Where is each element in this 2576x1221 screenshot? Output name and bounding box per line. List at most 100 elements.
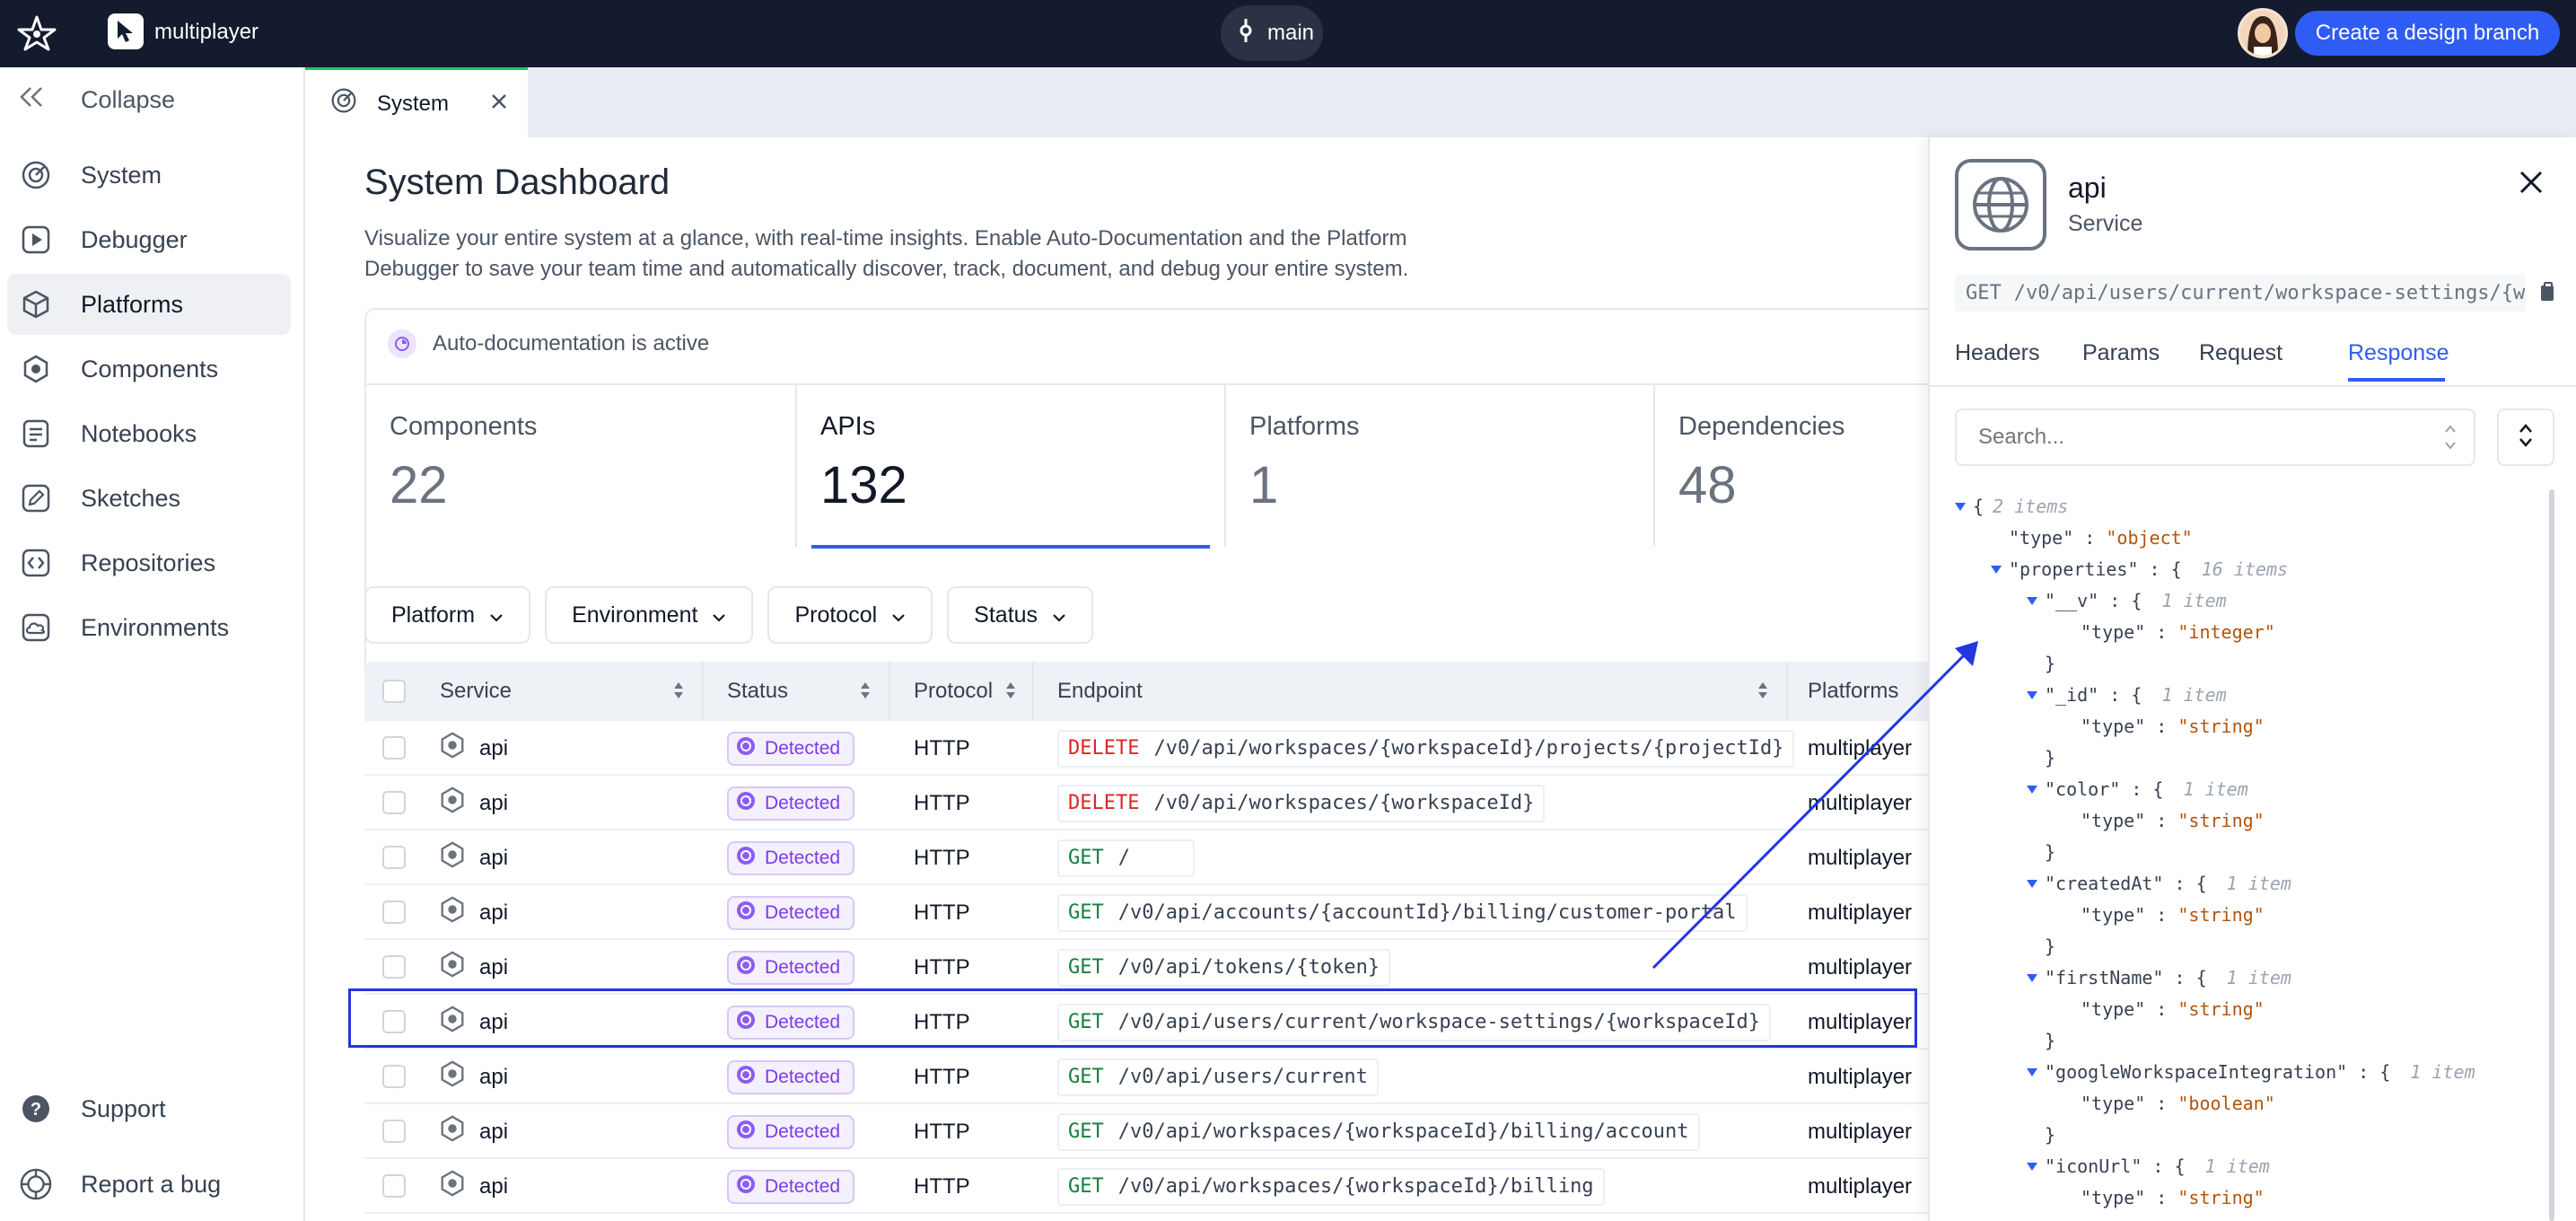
sidebar-item-support[interactable]: ? Support [7,1078,291,1139]
endpoint-cell[interactable]: GET/v0/api/workspaces/{workspaceId}/bill… [1057,1159,1605,1214]
workspace-name[interactable]: multiplayer [154,20,258,45]
response-search-input[interactable] [1955,408,2475,466]
expand-triangle-icon[interactable] [2027,879,2037,888]
table-row[interactable]: api Detected HTTP DELETE/v0/api/workspaces/… [364,721,1928,776]
expand-triangle-icon[interactable] [2027,785,2037,794]
json-scrollbar[interactable] [2549,489,2554,1221]
search-stepper-icon[interactable] [2443,421,2458,458]
sort-icon[interactable] [673,681,684,704]
column-header-protocol[interactable]: Protocol [914,662,993,721]
tab-headers[interactable]: Headers [1955,340,2040,366]
copy-icon[interactable] [2538,281,2558,307]
collapse-button[interactable]: Collapse [18,85,175,115]
sidebar-item-notebooks[interactable]: Notebooks [7,403,291,464]
expand-triangle-icon[interactable] [2027,596,2037,605]
table-row[interactable]: api Detected HTTP GET/v0/api/workspaces/{wo… [364,1104,1928,1159]
expand-collapse-button[interactable] [2497,408,2554,466]
status-label: Detected [765,1175,841,1197]
sidebar-item-label: System [81,161,162,189]
row-checkbox[interactable] [382,791,406,814]
table-row[interactable]: api Detected HTTP DELETE/v0/api/workspaces/… [364,776,1928,830]
column-header-endpoint[interactable]: Endpoint [1057,662,1143,721]
filter-platform-button[interactable]: Platform [364,586,531,644]
sidebar-item-environments[interactable]: Environments [7,597,291,658]
endpoint-cell[interactable]: GET/v0/api/tokens/{token} [1057,940,1391,995]
json-line[interactable]: "_id" : { 1 item [2027,681,2227,708]
endpoint-cell[interactable]: GET / [1057,830,1195,885]
column-header-status[interactable]: Status [727,662,788,721]
sidebar-item-components[interactable]: Components [7,338,291,400]
tab-response[interactable]: Response [2348,340,2449,366]
multiplayer-logo-icon[interactable] [13,13,61,54]
sidebar-item-platforms[interactable]: Platforms [7,274,291,335]
json-line[interactable]: "googleWorkspaceIntegration" : { 1 item [2027,1058,2475,1085]
expand-triangle-icon[interactable] [2027,1162,2037,1171]
row-checkbox[interactable] [382,846,406,869]
status-cell: Detected [727,830,855,885]
sidebar-item-report-bug[interactable]: Report a bug [7,1154,291,1215]
create-design-branch-button[interactable]: Create a design branch [2295,11,2560,56]
json-line[interactable]: "iconUrl" : { 1 item [2027,1153,2270,1180]
table-row[interactable]: api Detected HTTP GET/v0/api/tokens/{token}… [364,940,1928,995]
sort-icon[interactable] [1005,681,1016,704]
table-row[interactable]: api Detected HTTP GET/v0/api/accounts/{acco… [364,885,1928,940]
sidebar-item-repositories[interactable]: Repositories [7,532,291,593]
bug-icon [20,1168,52,1200]
sort-icon[interactable] [1757,681,1768,704]
column-divider [1786,662,1788,721]
filter-status-button[interactable]: Status [947,586,1094,644]
tab-params[interactable]: Params [2082,340,2160,366]
row-checkbox[interactable] [382,1120,406,1143]
endpoint-cell[interactable]: DELETE/v0/api/workspaces/{workspaceId} [1057,776,1546,830]
select-all-checkbox[interactable] [382,680,406,703]
column-header-service[interactable]: Service [440,662,512,721]
expand-triangle-icon[interactable] [1991,565,2002,574]
endpoint-cell[interactable]: GET/v0/api/workspaces/{workspaceId}/bill… [1057,1104,1700,1159]
stat-platforms[interactable]: Platforms 1 [1224,383,1653,547]
user-avatar[interactable] [2238,8,2288,58]
close-tab-icon[interactable] [490,92,508,117]
row-checkbox[interactable] [382,1174,406,1198]
service-type: Service [2068,211,2143,236]
stat-dependencies[interactable]: Dependencies 48 [1653,383,1928,547]
close-panel-icon[interactable] [2513,164,2549,200]
endpoint-cell[interactable]: GET/v0/api/accounts/{accountId}/billing/… [1057,885,1748,940]
tab-system[interactable]: System [305,67,528,137]
endpoint-path: / [1117,847,1130,869]
column-header-platforms[interactable]: Platforms [1808,662,1898,721]
endpoint-cell[interactable]: GET/v0/api/users/current [1057,1050,1379,1104]
status-cell: Detected [727,1050,855,1104]
endpoint-cell[interactable]: DELETE/v0/api/workspaces/{workspaceId}/p… [1057,721,1795,776]
json-line[interactable]: "createdAt" : { 1 item [2027,870,2291,897]
expand-triangle-icon[interactable] [2027,690,2037,699]
sort-icon[interactable] [860,681,871,704]
row-checkbox[interactable] [382,900,406,924]
table-row[interactable]: api Detected HTTP GET/v0/api/workspaces/{wo… [364,1159,1928,1214]
json-key: } [2045,747,2056,769]
expand-triangle-icon[interactable] [2027,973,2037,982]
json-line[interactable]: "firstName" : { 1 item [2027,964,2291,991]
row-checkbox[interactable] [382,955,406,979]
sidebar-item-debugger[interactable]: Debugger [7,209,291,270]
json-line[interactable]: "__v" : { 1 item [2027,587,2227,614]
tab-request[interactable]: Request [2199,340,2282,366]
json-line[interactable]: "properties" : { 16 items [1991,556,2288,583]
filter-environment-button[interactable]: Environment [545,586,754,644]
row-checkbox[interactable] [382,1065,406,1088]
json-key: { [1973,496,1985,517]
json-line[interactable]: "color" : { 1 item [2027,776,2248,803]
stat-components[interactable]: Components 22 [366,383,795,547]
sidebar-item-sketches[interactable]: Sketches [7,468,291,529]
filter-protocol-button[interactable]: Protocol [767,586,933,644]
stat-apis[interactable]: APIs 132 [795,383,1224,549]
sidebar-item-system[interactable]: System [7,145,291,206]
branch-selector[interactable]: main [1221,5,1323,61]
expand-triangle-icon[interactable] [2027,1067,2037,1076]
json-line[interactable]: {2 items [1955,493,2068,520]
workspace-icon[interactable] [108,13,144,49]
expand-triangle-icon[interactable] [1955,502,1966,511]
hexagon-icon [438,895,467,930]
row-checkbox[interactable] [382,736,406,760]
table-row[interactable]: api Detected HTTP GET / multiplayer [364,830,1928,885]
table-row[interactable]: api Detected HTTP GET/v0/api/users/current m… [364,1050,1928,1104]
